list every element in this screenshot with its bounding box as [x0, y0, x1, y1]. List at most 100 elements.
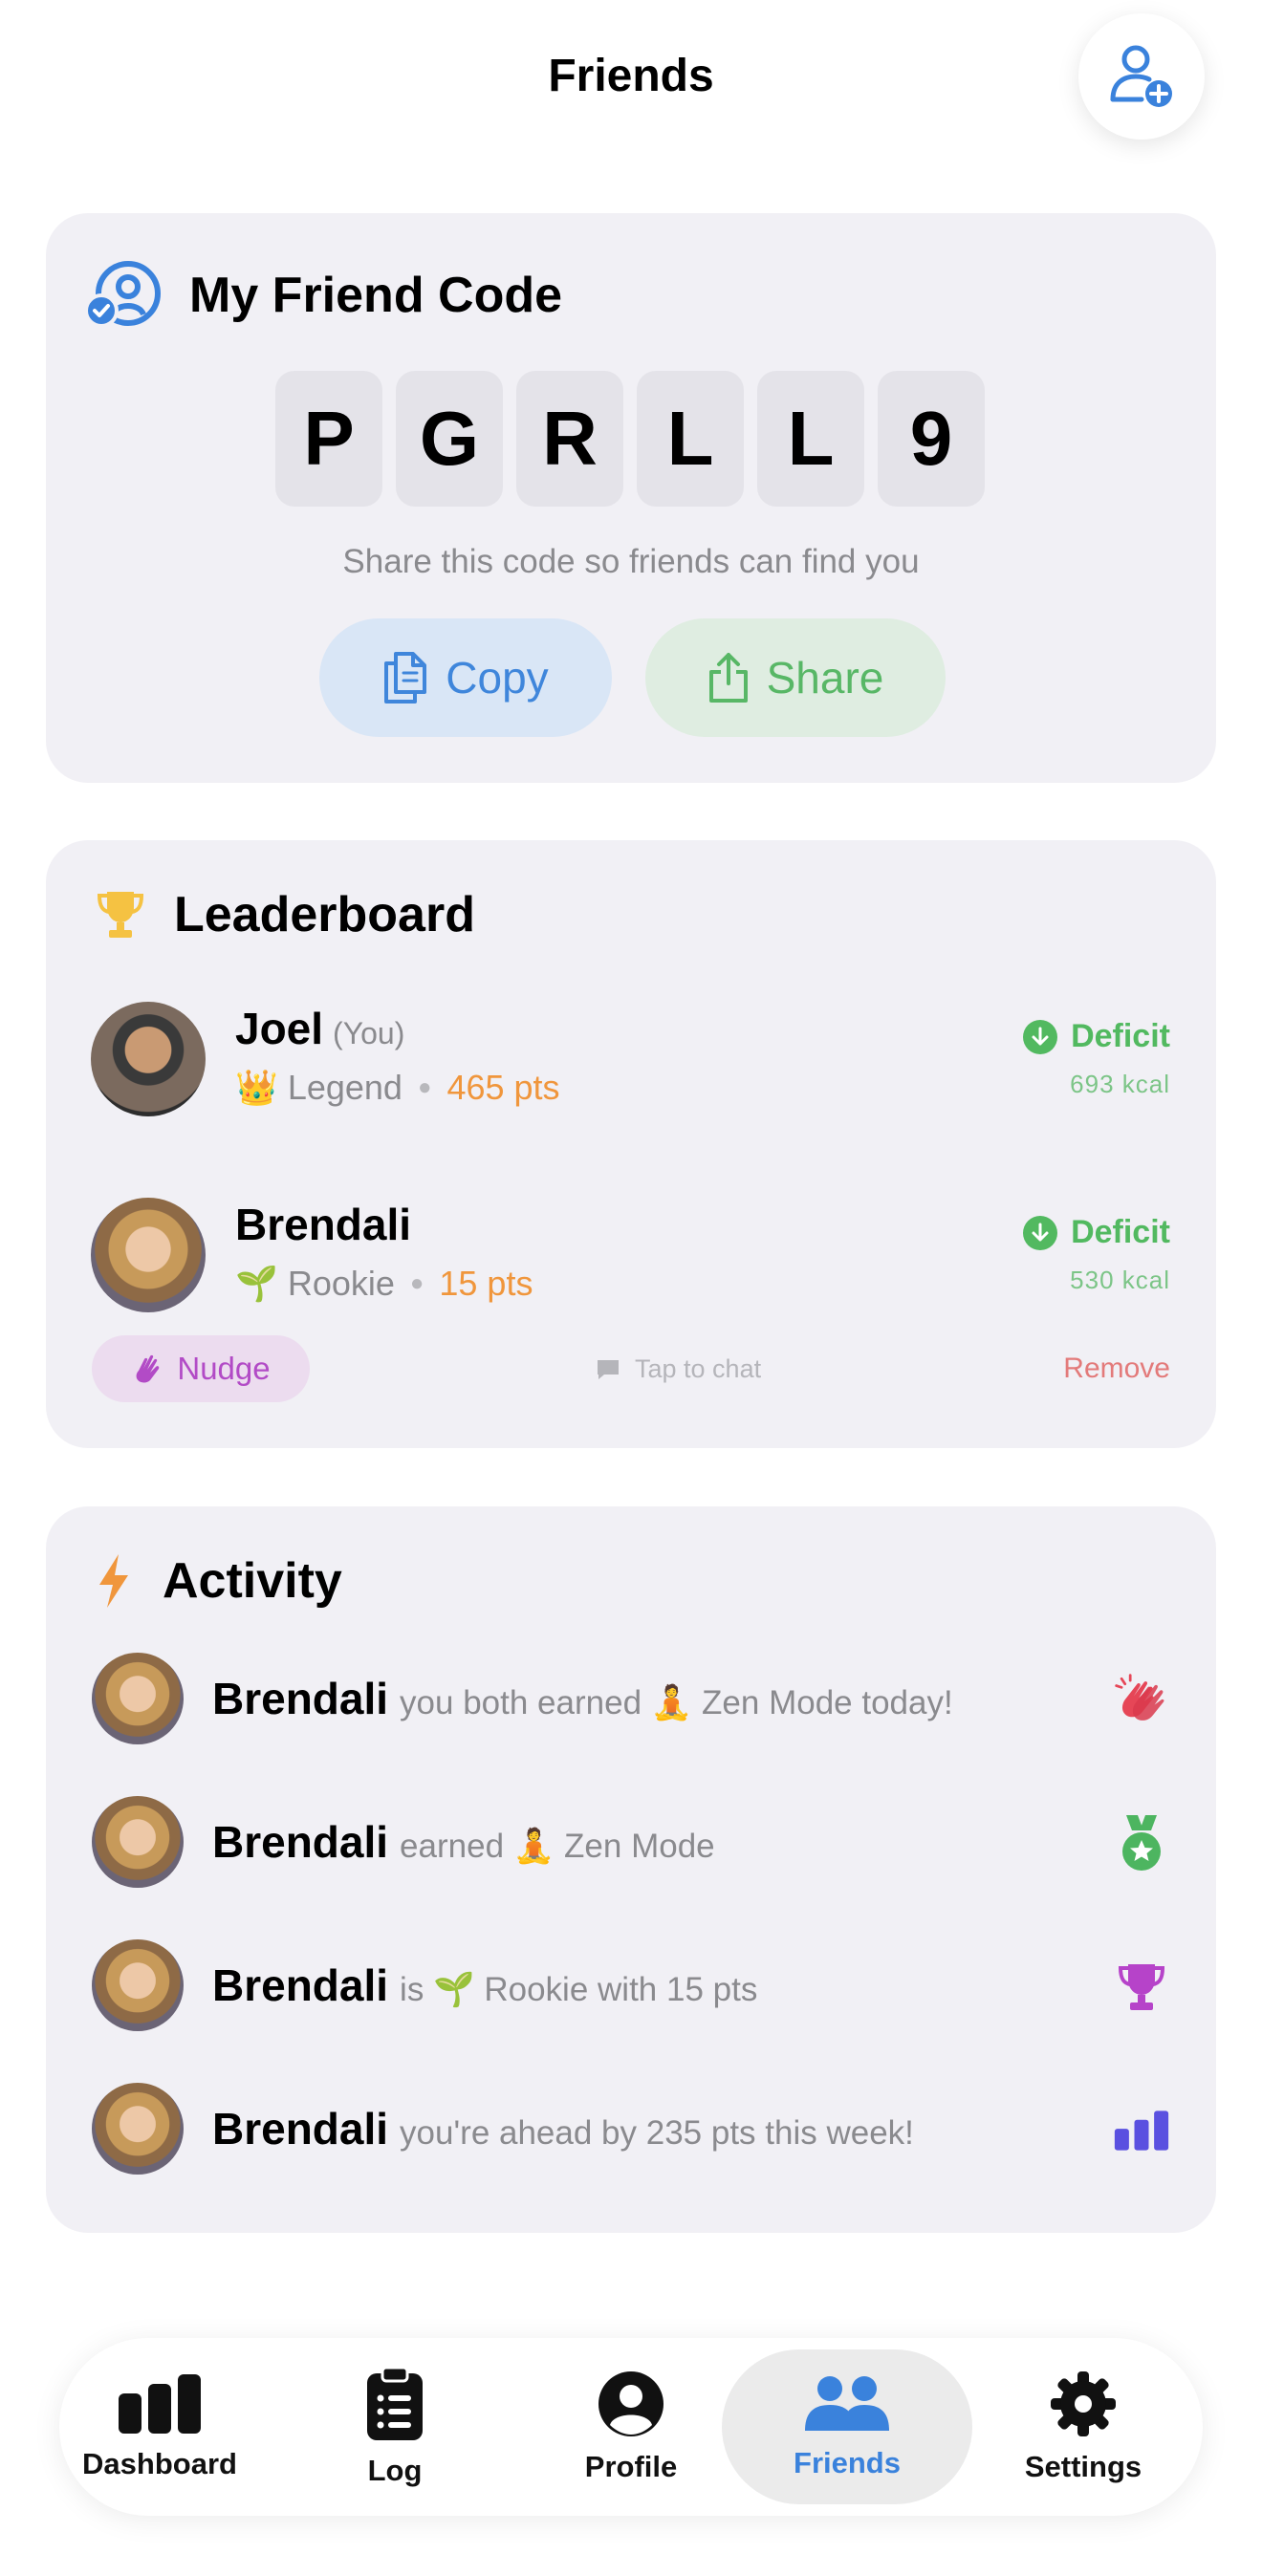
deficit-label: Deficit — [1071, 1018, 1170, 1054]
points-value: 465 pts — [446, 1068, 560, 1107]
share-icon — [708, 653, 748, 703]
tab-log[interactable]: Log — [321, 2349, 468, 2504]
points-value: 15 pts — [439, 1264, 533, 1303]
activity-message: you're ahead by 235 pts this week! — [400, 2114, 914, 2152]
code-char: L — [637, 371, 744, 507]
tab-dashboard[interactable]: Dashboard — [69, 2349, 250, 2504]
you-tag: (You) — [333, 1016, 405, 1050]
activity-text: Brendali is 🌱 Rookie with 15 pts — [212, 1959, 757, 2011]
activity-item[interactable]: Brendali is 🌱 Rookie with 15 pts — [92, 1937, 1170, 2033]
deficit-status: Deficit — [1023, 1214, 1170, 1251]
crown-emoji-icon: 👑 — [235, 1068, 278, 1107]
activity-text: Brendali you're ahead by 235 pts this wee… — [212, 2103, 914, 2154]
share-label: Share — [766, 653, 884, 703]
activity-text: Brendali earned 🧘 Zen Mode — [212, 1816, 715, 1868]
tap-to-chat[interactable]: Tap to chat — [595, 1354, 761, 1384]
trophy-icon — [97, 892, 144, 938]
activity-item[interactable]: Brendali you both earned 🧘 Zen Mode today… — [92, 1651, 1170, 1746]
nudge-label: Nudge — [177, 1351, 271, 1386]
separator-dot: ● — [409, 1270, 424, 1296]
sprout-emoji-icon: 🌱 — [235, 1264, 278, 1303]
friend-code-header: My Friend Code — [84, 261, 562, 330]
clapping-hands-icon — [1113, 1672, 1170, 1729]
avatar — [92, 1939, 184, 2031]
trophy-icon — [1113, 1959, 1170, 2016]
page-title: Friends — [548, 51, 714, 101]
tab-label: Friends — [794, 2446, 901, 2479]
friends-screen: Friends My Friend Code P G R L L 9 Share… — [0, 0, 1262, 2576]
code-char: P — [275, 371, 382, 507]
lightning-icon — [99, 1554, 128, 1608]
activity-title: Activity — [163, 1553, 342, 1609]
code-char: L — [757, 371, 864, 507]
chat-bubble-icon — [598, 1359, 619, 1379]
activity-card: Activity Brendali you both earned 🧘 Zen M… — [46, 1506, 1216, 2233]
clipboard-list-icon — [367, 2366, 423, 2440]
activity-message: is 🌱 Rookie with 15 pts — [400, 1971, 758, 2008]
person-add-icon — [1110, 45, 1172, 107]
separator-dot: ● — [417, 1074, 432, 1100]
deficit-status: Deficit — [1023, 1018, 1170, 1055]
tab-settings[interactable]: Settings — [992, 2349, 1174, 2504]
copy-icon — [384, 652, 427, 704]
tab-label: Dashboard — [82, 2447, 237, 2480]
leaderboard-meta: 🌱 Rookie ● 15 pts — [235, 1264, 533, 1304]
arrow-down-icon — [1023, 1019, 1058, 1054]
activity-name: Brendali — [212, 1817, 389, 1867]
people-icon — [805, 2376, 889, 2431]
avatar — [91, 1002, 206, 1116]
code-char: 9 — [878, 371, 985, 507]
leaderboard-meta: 👑 Legend ● 465 pts — [235, 1068, 560, 1108]
tab-friends[interactable]: Friends — [722, 2349, 972, 2504]
tab-bar: Dashboard Log Profile Friends Settings — [59, 2338, 1203, 2516]
deficit-label: Deficit — [1071, 1214, 1170, 1250]
avatar — [92, 1796, 184, 1888]
medal-icon — [1113, 1815, 1170, 1872]
remove-friend-button[interactable]: Remove — [1063, 1353, 1170, 1385]
add-friend-button[interactable] — [1078, 13, 1205, 140]
kcal-value: 530 kcal — [1070, 1266, 1170, 1294]
friend-code-boxes: P G R L L 9 — [275, 371, 985, 507]
rank-label: Legend — [287, 1068, 403, 1107]
tab-label: Log — [367, 2454, 423, 2487]
avatar — [92, 1653, 184, 1744]
code-char: G — [396, 371, 503, 507]
nudge-button[interactable]: Nudge — [92, 1335, 310, 1402]
chart-bars-icon — [119, 2374, 201, 2434]
copy-label: Copy — [446, 653, 549, 703]
header: Friends — [0, 0, 1262, 162]
friend-code-icon — [84, 261, 161, 328]
tab-label: Profile — [584, 2450, 678, 2483]
code-char: R — [516, 371, 623, 507]
arrow-down-icon — [1023, 1215, 1058, 1250]
tab-profile[interactable]: Profile — [547, 2349, 715, 2504]
leaderboard-name[interactable]: Brendali — [235, 1199, 411, 1250]
activity-item[interactable]: Brendali you're ahead by 235 pts this wee… — [92, 2081, 1170, 2176]
friend-code-card: My Friend Code P G R L L 9 Share this co… — [46, 213, 1216, 783]
share-button[interactable]: Share — [645, 618, 946, 737]
activity-name: Brendali — [212, 2104, 389, 2154]
friend-code-title: My Friend Code — [189, 268, 563, 323]
leaderboard-card: Leaderboard Joel (You) 👑 Legend ● 465 pts… — [46, 840, 1216, 1448]
leaderboard-name-text: Brendali — [235, 1200, 412, 1249]
rank-label: Rookie — [287, 1264, 395, 1303]
bar-chart-icon — [1113, 2102, 1170, 2159]
profile-circle-icon — [598, 2371, 664, 2436]
copy-button[interactable]: Copy — [319, 618, 612, 737]
tap-to-chat-label: Tap to chat — [635, 1354, 762, 1383]
gear-icon — [1051, 2371, 1116, 2436]
leaderboard-name-text: Joel — [235, 1004, 324, 1053]
activity-item[interactable]: Brendali earned 🧘 Zen Mode — [92, 1794, 1170, 1890]
activity-name: Brendali — [212, 1960, 389, 2010]
activity-header: Activity — [96, 1552, 342, 1610]
avatar[interactable] — [91, 1198, 206, 1312]
leaderboard-title: Leaderboard — [174, 887, 475, 942]
activity-name: Brendali — [212, 1674, 389, 1723]
leaderboard-header: Leaderboard — [96, 886, 475, 943]
avatar — [92, 2083, 184, 2175]
activity-message: you both earned 🧘 Zen Mode today! — [400, 1684, 953, 1721]
waving-hand-icon — [136, 1354, 160, 1383]
kcal-value: 693 kcal — [1070, 1070, 1170, 1098]
tab-label: Settings — [1024, 2450, 1142, 2483]
activity-text: Brendali you both earned 🧘 Zen Mode today… — [212, 1673, 953, 1724]
